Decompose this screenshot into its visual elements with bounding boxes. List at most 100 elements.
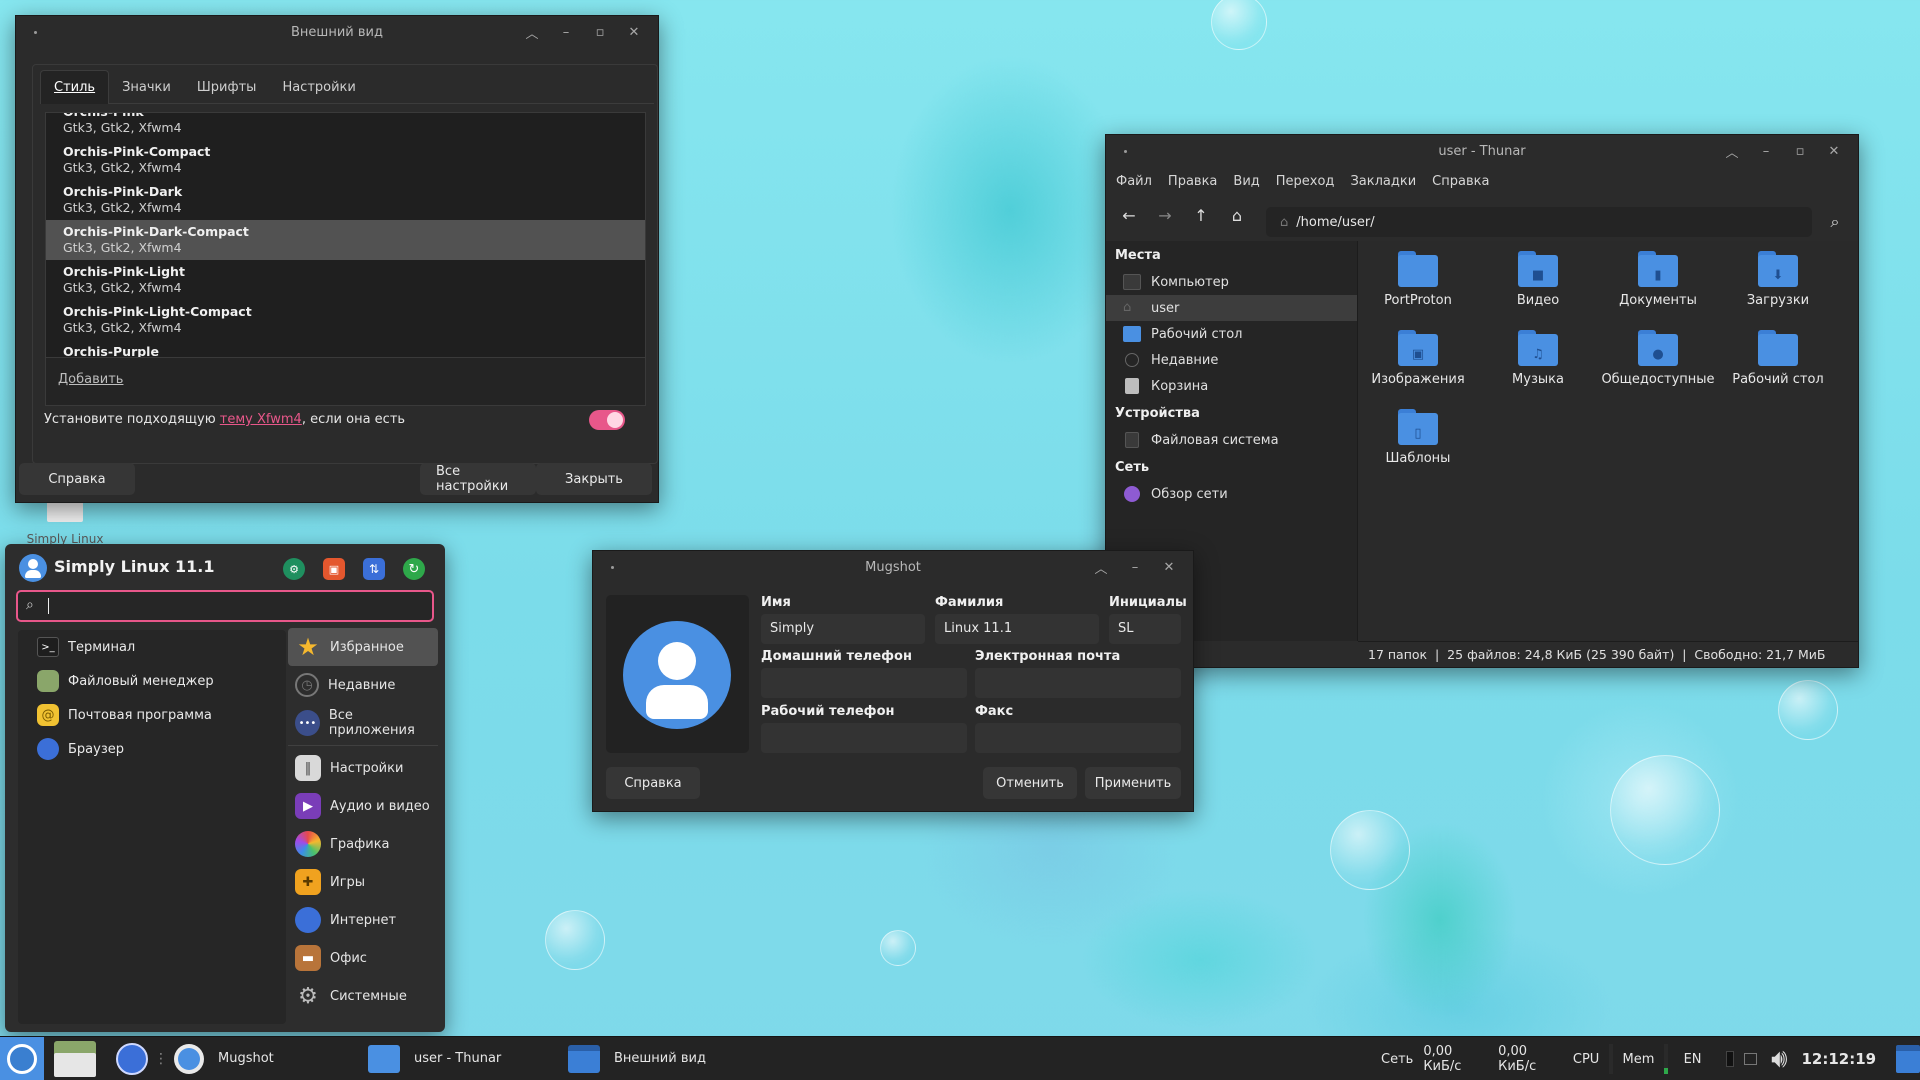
minimize-icon[interactable]: – [1752,141,1780,161]
list-item[interactable]: Orchis-Pink-Dark Gtk3, Gtk2, Xfwm4 [46,180,645,220]
file-manager-launcher-icon[interactable] [54,1040,96,1077]
last-name-field[interactable]: Linux 11.1 [935,614,1099,644]
category-office[interactable]: ▬ Офис [288,939,438,977]
browser-launcher-icon[interactable] [116,1042,148,1075]
category-favorites[interactable]: ★ Избранное [288,628,438,666]
avatar-button[interactable] [606,595,749,753]
file-view[interactable]: PortProton ■ Видео ▮ Документы ⬇ Загрузки ▣… [1358,241,1858,641]
task-mugshot[interactable]: Mugshot [174,1037,362,1080]
category-graphics[interactable]: Графика [288,825,438,863]
all-settings-button[interactable]: Все настройки [420,463,536,495]
menu-file[interactable]: Файл [1116,174,1152,189]
user-avatar-icon[interactable] [19,554,47,582]
mugshot-titlebar[interactable]: Mugshot ︿ – ✕ [593,551,1193,583]
menu-help[interactable]: Справка [1432,174,1489,189]
search-input[interactable]: ⌕ [16,590,434,622]
tab-style[interactable]: Стиль [40,70,110,104]
list-item-selected[interactable]: Orchis-Pink-Dark-Compact Gtk3, Gtk2, Xfwm… [46,220,645,260]
list-item[interactable]: Orchis-Pink-Compact Gtk3, Gtk2, Xfwm4 [46,140,645,180]
lock-screen-icon[interactable]: ▣ [323,558,345,580]
category-games[interactable]: ✚ Игры [288,863,438,901]
mem-graph[interactable]: Mem [1623,1052,1655,1067]
add-button[interactable]: Добавить [58,372,123,387]
list-item[interactable]: Orchis-Purple [46,340,645,357]
initials-field[interactable]: SL [1109,614,1181,644]
maximize-icon[interactable]: ▫ [1786,141,1814,161]
sidebar-item-desktop[interactable]: Рабочий стол [1106,321,1357,347]
sidebar-item-recent[interactable]: Недавние [1106,347,1357,373]
cpu-graph[interactable]: CPU [1573,1052,1599,1067]
app-menu-button[interactable] [0,1036,44,1080]
sidebar-item-user[interactable]: ⌂ user [1106,295,1357,321]
xfwm-theme-link[interactable]: тему Xfwm4 [220,412,302,427]
shade-icon[interactable]: ︿ [1718,141,1746,161]
folder-item[interactable]: ♫ Музыка [1478,330,1598,387]
window-menu-icon[interactable] [611,566,614,569]
work-phone-field[interactable] [761,723,967,753]
list-item[interactable]: Orchis-Pink-Light-Compact Gtk3, Gtk2, Xfw… [46,300,645,340]
display-icon[interactable] [1743,1053,1758,1065]
folder-item[interactable]: PortProton [1358,251,1478,308]
app-browser[interactable]: Браузер [18,732,286,766]
folder-item[interactable]: ● Общедоступные [1598,330,1718,387]
notification-icon[interactable] [1725,1051,1734,1067]
category-multimedia[interactable]: ▶ Аудио и видео [288,787,438,825]
category-internet[interactable]: Интернет [288,901,438,939]
help-button[interactable]: Справка [19,463,135,495]
tab-settings[interactable]: Настройки [269,70,368,104]
task-appearance[interactable]: Внешний вид [568,1037,788,1080]
sidebar-item-network[interactable]: Обзор сети [1106,481,1357,507]
close-icon[interactable]: ✕ [1820,141,1848,161]
close-icon[interactable]: ✕ [1155,557,1183,577]
app-file-manager[interactable]: Файловый менеджер [18,664,286,698]
window-menu-icon[interactable] [34,31,37,34]
up-icon[interactable]: ↑ [1188,202,1214,228]
folder-item[interactable]: Рабочий стол [1718,330,1838,387]
desktop-icon[interactable]: Simply Linux [20,500,110,546]
location-bar[interactable]: ⌂ /home/user/ [1266,207,1812,237]
search-icon[interactable]: ⌕ [1822,209,1848,235]
window-menu-icon[interactable] [1124,150,1127,153]
show-desktop-icon[interactable] [1896,1045,1920,1073]
forward-icon[interactable]: → [1152,202,1178,228]
tab-icons[interactable]: Значки [109,70,184,104]
app-mail[interactable]: @ Почтовая программа [18,698,286,732]
menu-view[interactable]: Вид [1233,174,1259,189]
volume-icon[interactable]: 🔊︎ [1771,1044,1787,1075]
folder-item[interactable]: ▯ Шаблоны [1358,409,1478,466]
home-icon[interactable]: ⌂ [1224,202,1250,228]
apply-button[interactable]: Применить [1085,767,1181,799]
menu-go[interactable]: Переход [1276,174,1335,189]
sidebar-item-trash[interactable]: Корзина [1106,373,1357,399]
first-name-field[interactable]: Simply [761,614,925,644]
shade-icon[interactable]: ︿ [1087,557,1115,577]
folder-item[interactable]: ⬇ Загрузки [1718,251,1838,308]
home-phone-field[interactable] [761,668,967,698]
folder-item[interactable]: ▮ Документы [1598,251,1718,308]
app-terminal[interactable]: >_ Терминал [18,630,286,664]
category-settings[interactable]: ‖ Настройки [288,749,438,787]
appearance-titlebar[interactable]: Внешний вид ︿ – ▫ ✕ [16,16,658,48]
minimize-icon[interactable]: – [552,22,580,42]
maximize-icon[interactable]: ▫ [586,22,614,42]
xfwm-theme-toggle[interactable] [589,410,625,430]
tab-fonts[interactable]: Шрифты [184,70,270,104]
menu-bookmarks[interactable]: Закладки [1350,174,1416,189]
sidebar-item-filesystem[interactable]: Файловая система [1106,427,1357,453]
thunar-titlebar[interactable]: user - Thunar ︿ – ▫ ✕ [1106,135,1858,167]
theme-list[interactable]: Orchis-PinkGtk3, Gtk2, Xfwm4 Orchis-Pink… [45,112,646,358]
fax-field[interactable] [975,723,1181,753]
keyboard-layout-indicator[interactable]: EN [1684,1052,1702,1067]
category-system[interactable]: ⚙ Системные [288,977,438,1015]
list-item[interactable]: Orchis-PinkGtk3, Gtk2, Xfwm4 [46,113,645,140]
minimize-icon[interactable]: – [1121,557,1149,577]
task-thunar[interactable]: user - Thunar [368,1037,568,1080]
close-button[interactable]: Закрыть [536,463,652,495]
folder-item[interactable]: ■ Видео [1478,251,1598,308]
menu-edit[interactable]: Правка [1168,174,1217,189]
back-icon[interactable]: ← [1116,202,1142,228]
settings-manager-icon[interactable]: ⚙ [283,558,305,580]
close-icon[interactable]: ✕ [620,22,648,42]
sidebar-item-computer[interactable]: Компьютер [1106,269,1357,295]
category-all[interactable]: ••• Все приложения [288,704,438,742]
